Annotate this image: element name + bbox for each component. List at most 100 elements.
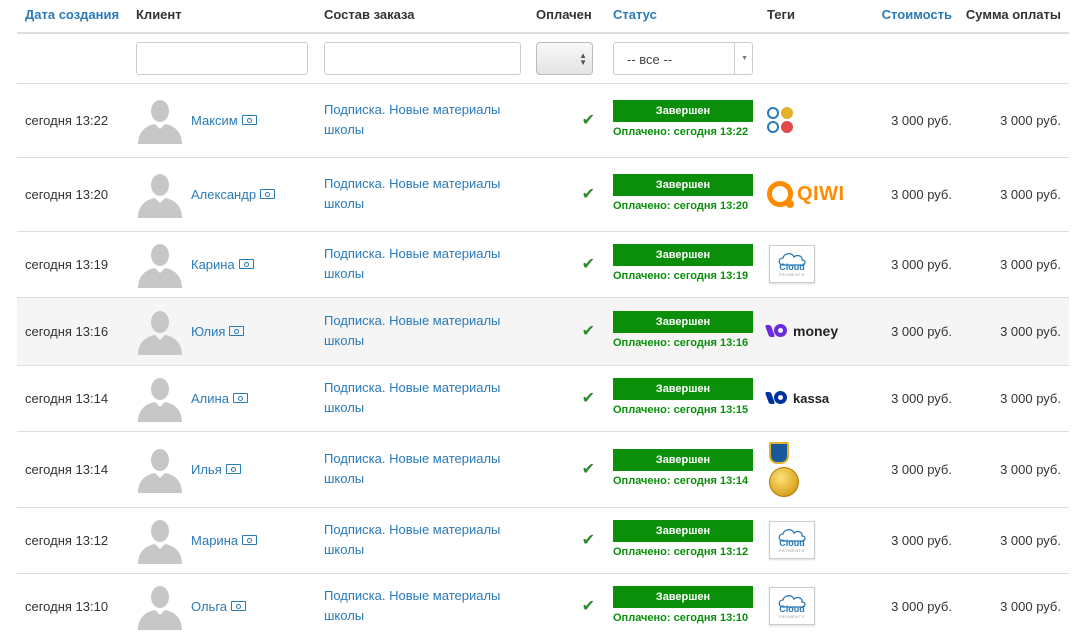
status-badge: Завершен: [613, 378, 753, 400]
order-link[interactable]: Подписка. Новые материалы школы: [324, 431, 536, 508]
row-date: сегодня 13:16: [17, 297, 136, 366]
status-badge: Завершен: [613, 586, 753, 608]
row-date: сегодня 13:20: [17, 157, 136, 232]
row-date: сегодня 13:10: [17, 573, 136, 637]
row-date: сегодня 13:14: [17, 431, 136, 508]
check-icon: ✔: [581, 390, 595, 407]
order-filter-input[interactable]: [324, 41, 521, 75]
table-row[interactable]: сегодня 13:22 Максим Подписка. Новые мат…: [17, 83, 1069, 158]
row-price: 3 000 руб.: [853, 365, 957, 432]
paid-timestamp: Оплачено: сегодня 13:16: [613, 337, 749, 349]
check-icon: ✔: [581, 532, 595, 549]
order-link[interactable]: Подписка. Новые материалы школы: [324, 365, 536, 432]
tag-cell: Cloud PAYMENTS: [767, 573, 853, 637]
status-badge: Завершен: [613, 520, 753, 542]
cash-icon: [241, 115, 257, 125]
client-cell: Алина: [136, 374, 324, 422]
client-name-link[interactable]: Илья: [191, 462, 222, 477]
client-name-link[interactable]: Алина: [191, 391, 229, 406]
client-name-link[interactable]: Карина: [191, 257, 235, 272]
paid-filter-select[interactable]: ▲ ▼: [536, 41, 593, 75]
client-filter-input[interactable]: [136, 41, 308, 75]
cash-icon: [225, 464, 241, 474]
paid-timestamp: Оплачено: сегодня 13:10: [613, 612, 749, 624]
cloudpayments-logo: Cloud PAYMENTS: [769, 521, 815, 559]
orders-table-container: Дата создания Клиент Состав заказа Оплач…: [17, 0, 1069, 637]
row-sum: 3 000 руб.: [957, 83, 1069, 158]
col-order-header: Состав заказа: [324, 0, 536, 34]
status-filter-value: -- все --: [627, 51, 673, 67]
status-badge: Завершен: [613, 244, 753, 266]
status-badge: Завершен: [613, 449, 753, 471]
row-sum: 3 000 руб.: [957, 365, 1069, 432]
yookassa-logo: kassa: [764, 391, 853, 406]
col-client-header: Клиент: [136, 0, 324, 34]
client-name-link[interactable]: Максим: [191, 113, 238, 128]
chevron-down-icon: ▼: [741, 54, 748, 62]
paid-timestamp: Оплачено: сегодня 13:14: [613, 475, 749, 487]
cash-icon: [232, 393, 248, 403]
cloudpayments-logo: Cloud PAYMENTS: [769, 245, 815, 283]
row-date: сегодня 13:12: [17, 507, 136, 574]
col-tags-header: Теги: [767, 0, 853, 34]
row-sum: 3 000 руб.: [957, 157, 1069, 232]
header-row: Дата создания Клиент Состав заказа Оплач…: [17, 0, 1069, 34]
table-row[interactable]: сегодня 13:19 Карина Подписка. Новые мат…: [17, 231, 1069, 298]
select-arrows-icon: ▲ ▼: [579, 50, 587, 67]
tag-cell: kassa: [764, 365, 853, 432]
paid-timestamp: Оплачено: сегодня 13:19: [613, 270, 749, 282]
cloudpayments-logo: Cloud PAYMENTS: [769, 587, 815, 625]
client-name-link[interactable]: Ольга: [191, 599, 227, 614]
cash-icon: [260, 189, 276, 199]
col-status-header[interactable]: Статус: [611, 0, 767, 34]
row-price: 3 000 руб.: [853, 231, 957, 298]
table-row[interactable]: сегодня 13:14 Илья Подписка. Новые матер…: [17, 431, 1069, 508]
col-date-header[interactable]: Дата создания: [17, 0, 136, 34]
table-row[interactable]: сегодня 13:16 Юлия Подписка. Новые матер…: [17, 297, 1069, 366]
qiwi-logo: QIWI: [767, 181, 853, 208]
status-filter-select[interactable]: -- все -- ▼: [613, 41, 753, 75]
order-link[interactable]: Подписка. Новые материалы школы: [324, 297, 536, 366]
order-link[interactable]: Подписка. Новые материалы школы: [324, 231, 536, 298]
table-row[interactable]: сегодня 13:10 Ольга Подписка. Новые мате…: [17, 573, 1069, 637]
client-cell: Илья: [136, 445, 324, 493]
cash-icon: [242, 535, 258, 545]
table-row[interactable]: сегодня 13:20 Александр Подписка. Новые …: [17, 157, 1069, 232]
check-icon: ✔: [581, 461, 595, 478]
avatar-icon: [138, 174, 182, 218]
client-cell: Александр: [136, 170, 324, 218]
status-badge: Завершен: [613, 311, 753, 333]
client-name-link[interactable]: Александр: [191, 187, 256, 202]
row-date: сегодня 13:19: [17, 231, 136, 298]
check-icon: ✔: [581, 598, 595, 615]
client-name-link[interactable]: Юлия: [191, 324, 225, 339]
row-sum: 3 000 руб.: [957, 507, 1069, 574]
table-row[interactable]: сегодня 13:12 Марина Подписка. Новые мат…: [17, 507, 1069, 574]
avatar-icon: [138, 244, 182, 288]
order-link[interactable]: Подписка. Новые материалы школы: [324, 507, 536, 574]
row-sum: 3 000 руб.: [957, 573, 1069, 637]
cash-icon: [238, 259, 254, 269]
col-paid-header: Оплачен: [536, 0, 611, 34]
col-price-header[interactable]: Стоимость: [853, 0, 957, 34]
tag-cell: money: [764, 297, 853, 366]
row-price: 3 000 руб.: [853, 573, 957, 637]
order-link[interactable]: Подписка. Новые материалы школы: [324, 157, 536, 232]
avatar-icon: [138, 586, 182, 630]
filter-row: ▲ ▼ -- все -- ▼: [17, 33, 1069, 84]
avatar-icon: [138, 449, 182, 493]
row-price: 3 000 руб.: [853, 507, 957, 574]
paid-timestamp: Оплачено: сегодня 13:12: [613, 546, 749, 558]
client-cell: Карина: [136, 240, 324, 288]
client-name-link[interactable]: Марина: [191, 533, 238, 548]
order-link[interactable]: Подписка. Новые материалы школы: [324, 573, 536, 637]
paid-timestamp: Оплачено: сегодня 13:22: [613, 126, 749, 138]
check-icon: ✔: [581, 323, 595, 340]
row-sum: 3 000 руб.: [957, 231, 1069, 298]
client-cell: Максим: [136, 96, 324, 144]
order-link[interactable]: Подписка. Новые материалы школы: [324, 83, 536, 158]
row-price: 3 000 руб.: [853, 157, 957, 232]
cash-icon: [231, 601, 247, 611]
multi-payment-icon: [767, 107, 793, 133]
table-row[interactable]: сегодня 13:14 Алина Подписка. Новые мате…: [17, 365, 1069, 432]
